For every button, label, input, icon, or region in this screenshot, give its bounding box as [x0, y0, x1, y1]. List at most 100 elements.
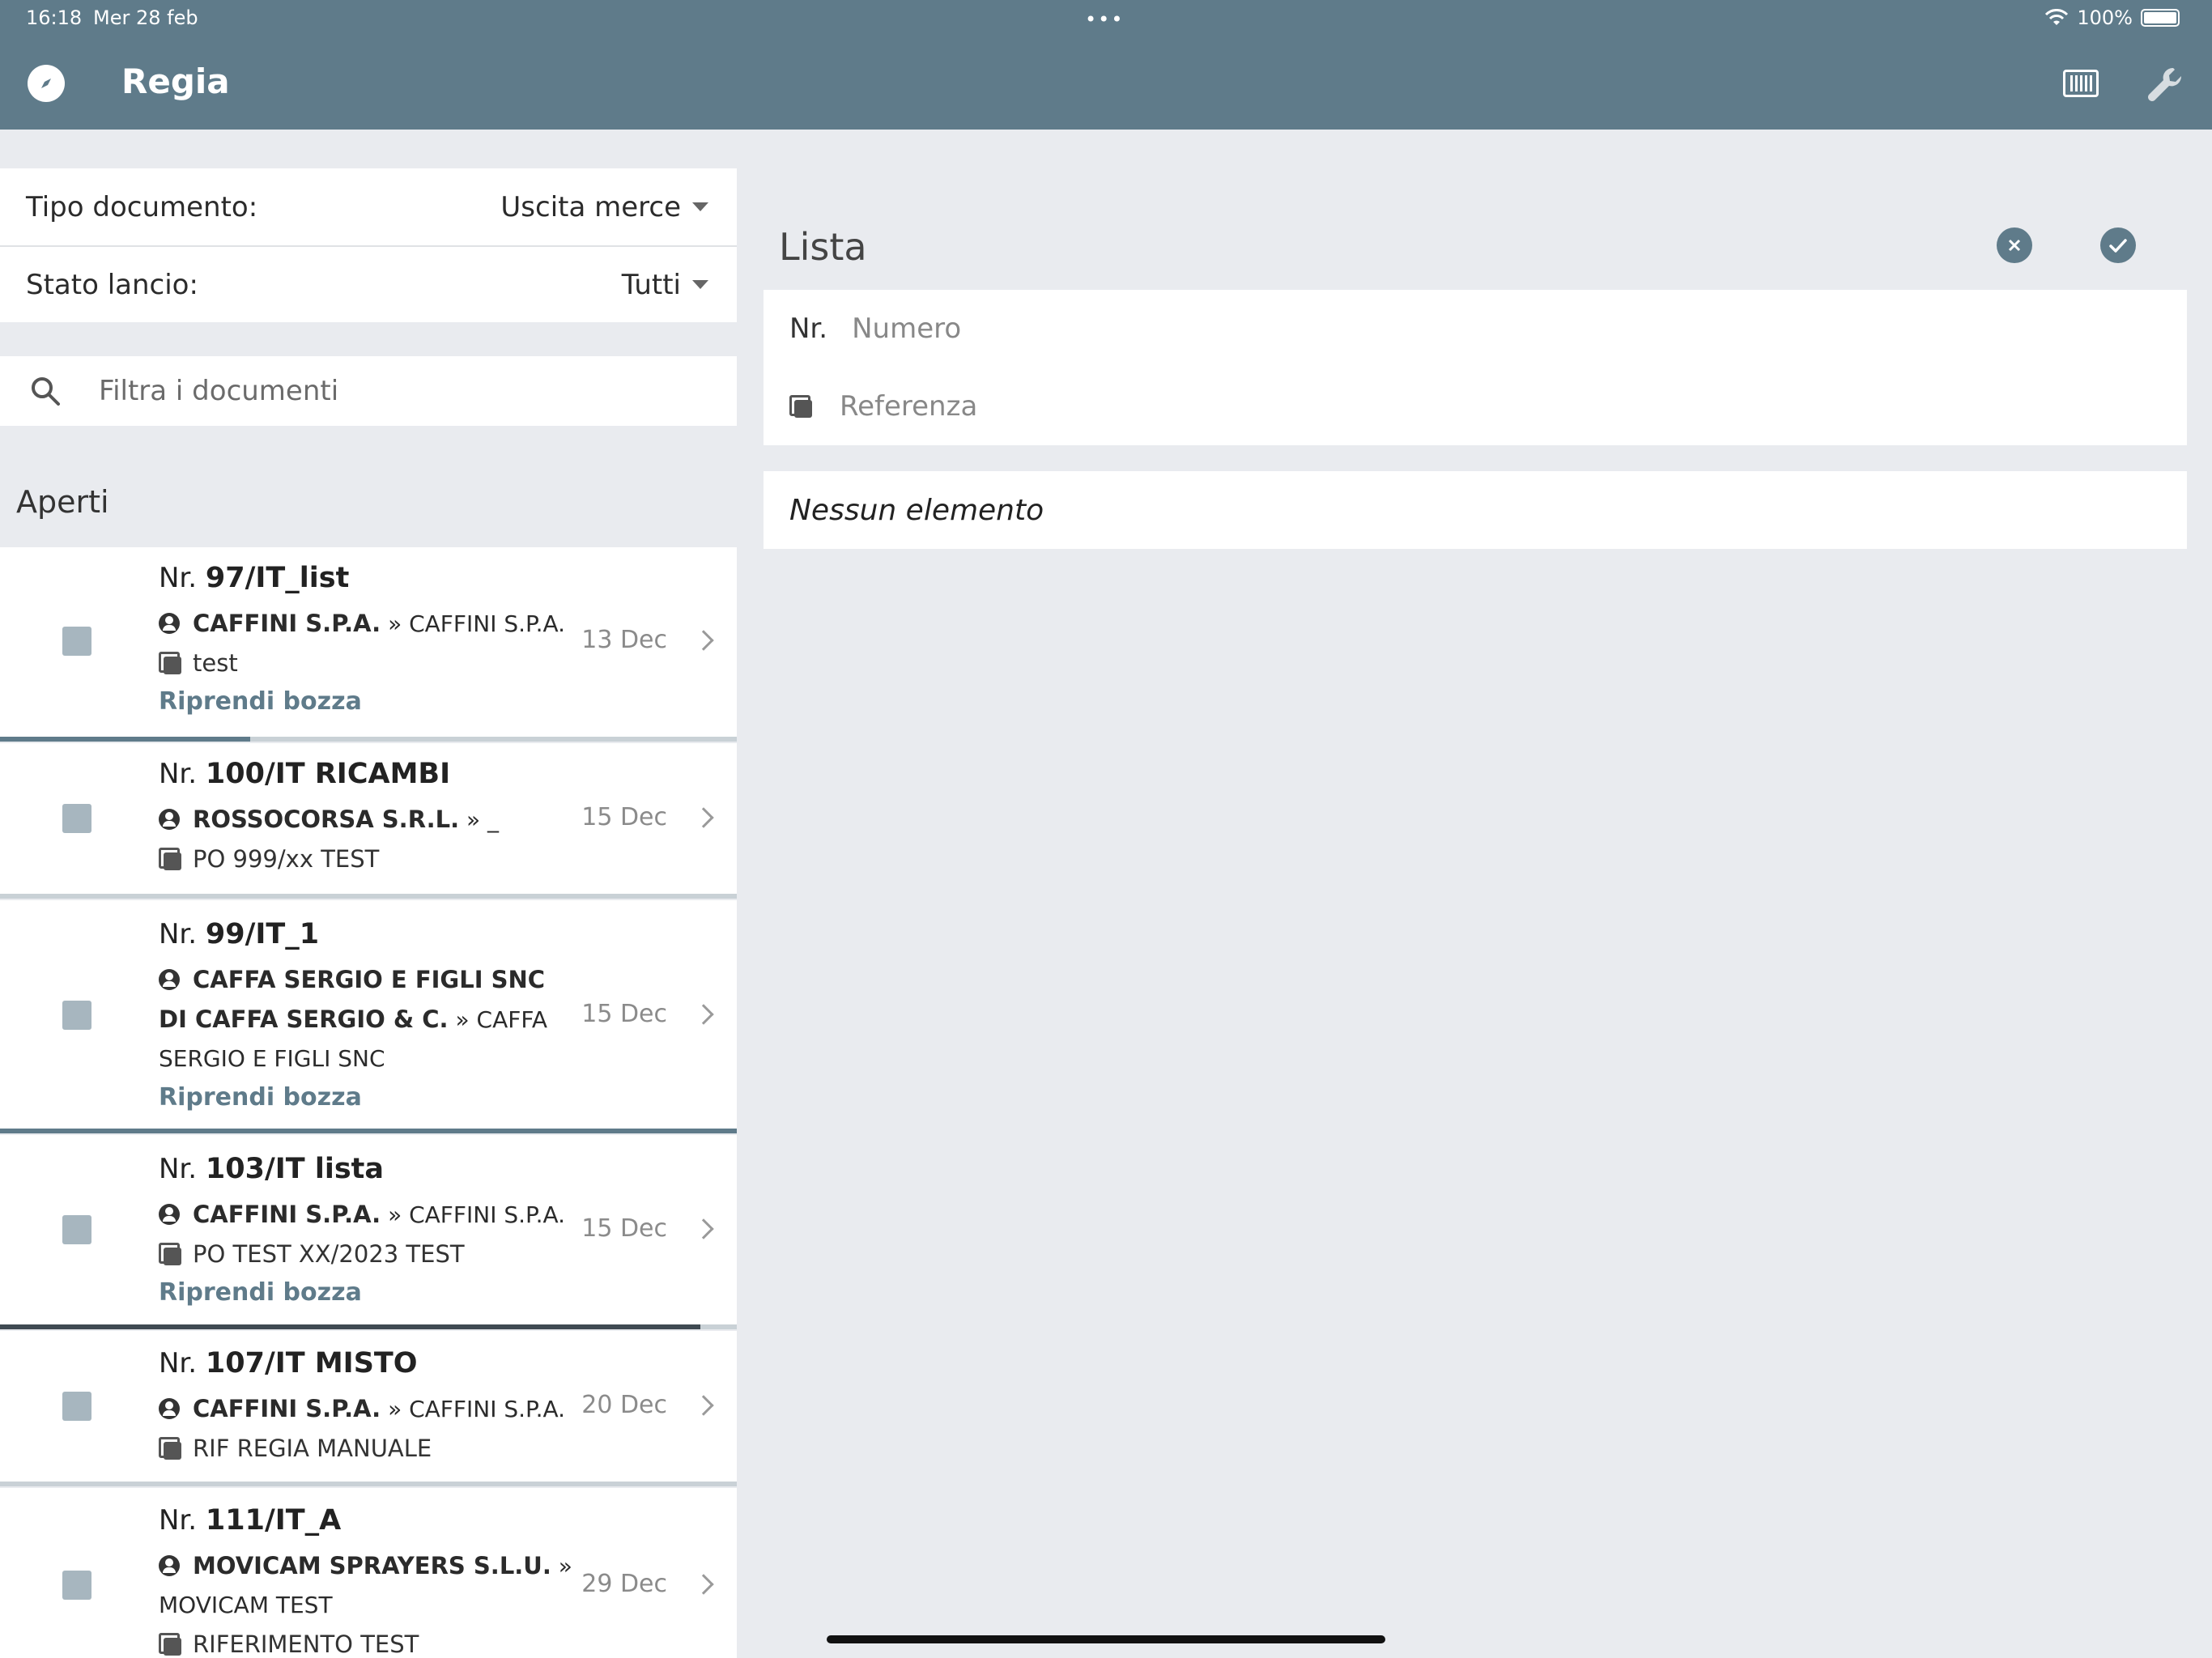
document-item[interactable]: Nr. 107/IT MISTO CAFFINI S.P.A. » CAFFIN… — [0, 1331, 737, 1482]
document-date: 20 Dec — [581, 1391, 667, 1419]
select-checkbox[interactable] — [62, 1571, 91, 1600]
search-input[interactable]: Filtra i documenti — [0, 356, 737, 426]
document-number: 107/IT MISTO — [205, 1347, 418, 1380]
filter-panel: Tipo documento: Uscita merce Stato lanci… — [0, 168, 737, 322]
tipo-documento-value: Uscita merce — [500, 190, 681, 223]
document-date: 29 Dec — [581, 1570, 667, 1598]
select-checkbox[interactable] — [62, 1392, 91, 1421]
chevron-right-icon — [693, 1574, 714, 1595]
chevron-right-icon — [693, 1004, 714, 1025]
destination: » _ — [466, 806, 500, 833]
reference: test — [193, 649, 238, 677]
select-checkbox[interactable] — [62, 804, 91, 833]
chevron-right-icon — [693, 1218, 714, 1239]
document-date: 15 Dec — [581, 803, 667, 831]
chevron-right-icon — [693, 630, 714, 651]
person-icon — [159, 1204, 180, 1225]
reference-icon — [159, 1437, 181, 1460]
numero-field[interactable]: Nr. Numero — [789, 312, 961, 345]
reference-icon — [159, 848, 181, 870]
status-right: 100% — [2044, 6, 2180, 29]
nr-prefix: Nr. — [159, 918, 198, 950]
stato-lancio-value: Tutti — [621, 268, 681, 301]
stato-lancio-label: Stato lancio: — [26, 268, 198, 301]
tipo-documento-label: Tipo documento: — [26, 190, 258, 223]
reference: RIFERIMENTO TEST — [193, 1630, 419, 1658]
battery-icon — [2141, 9, 2180, 27]
chevron-right-icon — [693, 1395, 714, 1416]
referenza-placeholder: Referenza — [840, 390, 978, 423]
reference: PO TEST XX/2023 TEST — [193, 1240, 465, 1268]
wifi-icon — [2045, 9, 2069, 25]
destination: » CAFFINI S.P.A. — [388, 1201, 566, 1228]
destination: » CAFFINI S.P.A. — [388, 1396, 566, 1422]
progress-bar — [0, 894, 737, 899]
caret-down-icon — [692, 202, 708, 211]
stato-lancio-select[interactable]: Stato lancio: Tutti — [0, 245, 737, 322]
resume-draft-link[interactable]: Riprendi bozza — [159, 682, 580, 721]
customer-name: CAFFINI S.P.A. — [193, 1201, 381, 1228]
person-icon — [159, 809, 180, 830]
battery-percent: 100% — [2077, 6, 2133, 29]
chevron-right-icon — [693, 807, 714, 828]
person-icon — [159, 969, 180, 990]
person-icon — [159, 1555, 180, 1576]
nr-prefix: Nr. — [159, 758, 198, 790]
customer-name: CAFFINI S.P.A. — [193, 610, 381, 637]
lista-title: Lista — [779, 225, 867, 269]
app-title: Regia — [121, 62, 230, 101]
search-icon — [32, 377, 60, 406]
check-icon — [2109, 239, 2127, 253]
select-checkbox[interactable] — [62, 1215, 91, 1244]
customer-name: CAFFINI S.P.A. — [193, 1395, 381, 1422]
person-icon — [159, 1398, 180, 1419]
person-icon — [159, 613, 180, 634]
empty-state: Nessun elemento — [764, 471, 2187, 549]
nr-prefix: Nr. — [159, 562, 198, 594]
lista-form: Nr. Numero Referenza — [764, 290, 2187, 445]
document-number: 97/IT_list — [205, 562, 350, 594]
nr-label: Nr. — [789, 312, 828, 345]
document-number: 103/IT lista — [205, 1153, 385, 1185]
document-number: 111/IT_A — [205, 1504, 342, 1537]
document-item[interactable]: Nr. 100/IT RICAMBI ROSSOCORSA S.R.L. » _… — [0, 743, 737, 894]
wrench-icon[interactable] — [2144, 65, 2184, 105]
destination: » CAFFINI S.P.A. — [388, 610, 566, 637]
nr-prefix: Nr. — [159, 1153, 198, 1185]
cancel-button[interactable] — [1997, 227, 2032, 263]
document-date: 15 Dec — [581, 1000, 667, 1028]
customer-name: MOVICAM SPRAYERS S.L.U. — [193, 1552, 551, 1579]
reference: PO 999/xx TEST — [193, 845, 380, 873]
document-item[interactable]: Nr. 99/IT_1 CAFFA SERGIO E FIGLI SNC DI … — [0, 900, 737, 1129]
select-checkbox[interactable] — [62, 627, 91, 656]
search-placeholder: Filtra i documenti — [99, 375, 339, 407]
document-date: 13 Dec — [581, 626, 667, 654]
multitasking-dots[interactable]: ••• — [1085, 8, 1124, 31]
referenza-field[interactable]: Referenza — [789, 390, 977, 423]
resume-draft-link[interactable]: Riprendi bozza — [159, 1078, 580, 1117]
confirm-button[interactable] — [2100, 227, 2136, 263]
status-time: 16:18 — [26, 6, 83, 29]
section-title-aperti: Aperti — [16, 484, 109, 520]
reference-icon — [789, 395, 812, 418]
document-item[interactable]: Nr. 103/IT lista CAFFINI S.P.A. » CAFFIN… — [0, 1135, 737, 1324]
reference-icon — [159, 652, 181, 674]
document-number: 100/IT RICAMBI — [205, 758, 451, 790]
reference: RIF REGIA MANUALE — [193, 1435, 432, 1462]
select-checkbox[interactable] — [62, 1001, 91, 1030]
resume-draft-link[interactable]: Riprendi bozza — [159, 1273, 580, 1312]
progress-bar — [0, 737, 737, 742]
caret-down-icon — [692, 280, 708, 289]
home-indicator[interactable] — [827, 1635, 1385, 1643]
document-item[interactable]: Nr. 97/IT_list CAFFINI S.P.A. » CAFFINI … — [0, 547, 737, 737]
document-date: 15 Dec — [581, 1214, 667, 1243]
nr-prefix: Nr. — [159, 1347, 198, 1380]
app-header: 16:18 Mer 28 feb ••• 100% Regia — [0, 0, 2212, 130]
reference-icon — [159, 1633, 181, 1656]
barcode-scanner-icon[interactable] — [2063, 70, 2099, 97]
customer-name: ROSSOCORSA S.R.L. — [193, 806, 460, 833]
document-item[interactable]: Nr. 111/IT_A MOVICAM SPRAYERS S.L.U. » M… — [0, 1488, 737, 1658]
tipo-documento-select[interactable]: Tipo documento: Uscita merce — [0, 168, 737, 245]
document-number: 99/IT_1 — [205, 918, 320, 950]
compass-icon[interactable] — [28, 65, 65, 102]
